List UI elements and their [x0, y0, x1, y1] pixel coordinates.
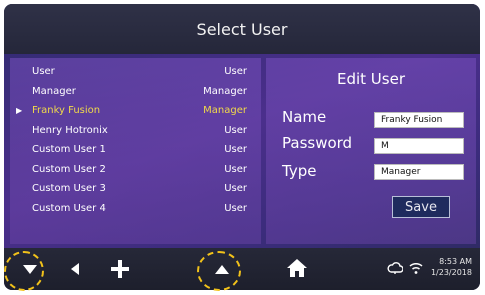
- list-item[interactable]: Custom User 2 User: [10, 160, 261, 180]
- save-button[interactable]: Save: [392, 196, 450, 218]
- status-clock: 8:53 AM 1/23/2018: [431, 256, 472, 278]
- list-item[interactable]: Custom User 3 User: [10, 179, 261, 199]
- user-type: User: [224, 183, 247, 195]
- user-name: Manager: [32, 85, 76, 97]
- user-type: Manager: [203, 105, 247, 117]
- password-label: Password: [282, 134, 353, 152]
- selection-arrow-icon: ▶: [16, 106, 23, 116]
- user-type: Manager: [203, 85, 247, 97]
- user-name: Custom User 1: [32, 144, 106, 156]
- list-item-selected[interactable]: ▶ Franky Fusion Manager: [10, 101, 261, 121]
- user-name: Custom User 3: [32, 183, 106, 195]
- cloud-connection-icon: [386, 261, 404, 275]
- user-type: User: [224, 124, 247, 136]
- clock-time: 8:53 AM: [439, 257, 472, 266]
- annotation-circle: [4, 251, 44, 291]
- user-name: Custom User 2: [32, 163, 106, 175]
- user-name: Custom User 4: [32, 202, 106, 214]
- user-type: User: [224, 202, 247, 214]
- type-label: Type: [282, 162, 317, 180]
- add-user-icon[interactable]: [110, 259, 130, 279]
- list-item[interactable]: Custom User 4 User: [10, 199, 261, 219]
- name-field[interactable]: Franky Fusion: [374, 112, 464, 128]
- wifi-icon: [408, 261, 424, 275]
- user-name: User: [32, 66, 55, 78]
- user-type: User: [224, 163, 247, 175]
- list-item[interactable]: Custom User 1 User: [10, 140, 261, 160]
- list-item[interactable]: User User: [10, 62, 261, 82]
- clock-date: 1/23/2018: [430, 268, 472, 277]
- user-type: User: [224, 144, 247, 156]
- edit-user-panel: Edit User Name Franky Fusion Password M …: [266, 58, 476, 244]
- list-item[interactable]: Henry Hotronix User: [10, 121, 261, 141]
- user-name: Henry Hotronix: [32, 124, 108, 136]
- type-field[interactable]: Manager: [374, 164, 464, 180]
- name-label: Name: [282, 108, 327, 126]
- password-field[interactable]: M: [374, 138, 464, 154]
- title-bar: Select User: [4, 4, 480, 54]
- list-item[interactable]: Manager Manager: [10, 82, 261, 102]
- user-list[interactable]: User User Manager Manager ▶ Franky Fusio…: [10, 58, 261, 244]
- annotation-circle: [197, 251, 241, 291]
- edit-user-title: Edit User: [336, 70, 405, 88]
- bottom-toolbar: 8:53 AM 1/23/2018: [4, 248, 480, 290]
- page-title: Select User: [196, 19, 288, 39]
- home-icon[interactable]: [286, 257, 308, 279]
- touchscreen: Select User User User Manager Manager ▶ …: [4, 4, 480, 290]
- user-name: Franky Fusion: [32, 105, 101, 117]
- user-type: User: [224, 66, 247, 78]
- back-icon[interactable]: [68, 260, 82, 278]
